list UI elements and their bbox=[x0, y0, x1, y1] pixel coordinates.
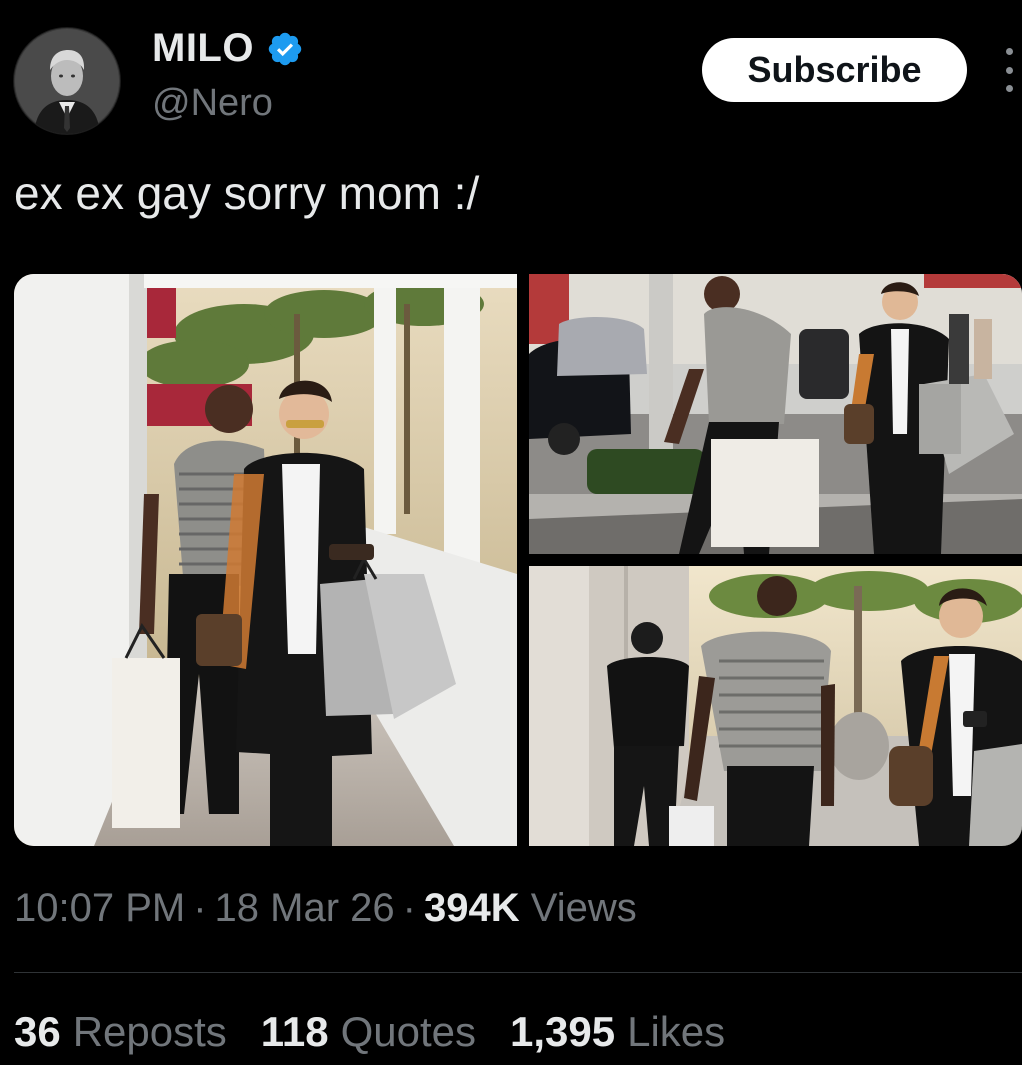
views-label: Views bbox=[530, 886, 637, 930]
quotes-count: 118 bbox=[260, 1008, 329, 1055]
reposts-stat[interactable]: 36 Reposts bbox=[14, 1008, 227, 1056]
tweet-time[interactable]: 10:07 PM bbox=[14, 886, 185, 930]
media-photo-2[interactable] bbox=[529, 274, 1022, 554]
likes-label: Likes bbox=[627, 1008, 726, 1055]
reposts-count: 36 bbox=[14, 1008, 61, 1055]
likes-stat[interactable]: 1,395 Likes bbox=[510, 1008, 725, 1056]
media-photo-1[interactable] bbox=[14, 274, 517, 846]
avatar[interactable] bbox=[14, 28, 120, 134]
author-display-name[interactable]: MILO bbox=[152, 26, 254, 71]
meta-separator: · bbox=[402, 886, 416, 930]
tweet-meta: 10:07 PM · 18 Mar 26 · 394K Views bbox=[14, 886, 637, 931]
quotes-label: Quotes bbox=[340, 1008, 476, 1055]
avatar-image bbox=[14, 28, 120, 134]
likes-count: 1,395 bbox=[509, 1008, 616, 1055]
media-photo-3[interactable] bbox=[529, 566, 1022, 846]
subscribe-button[interactable]: Subscribe bbox=[702, 38, 967, 102]
verified-badge-icon bbox=[266, 30, 304, 68]
views-count: 394K bbox=[423, 886, 520, 930]
meta-separator: · bbox=[193, 886, 207, 930]
tweet-date[interactable]: 18 Mar 26 bbox=[215, 886, 395, 930]
more-vertical-icon[interactable] bbox=[1000, 48, 1018, 92]
media-grid bbox=[14, 274, 1022, 846]
author-name-row[interactable]: MILO bbox=[152, 26, 304, 71]
reposts-label: Reposts bbox=[72, 1008, 227, 1055]
author-handle[interactable]: @Nero bbox=[152, 82, 273, 125]
tweet-text: ex ex gay sorry mom :/ bbox=[14, 167, 480, 219]
tweet-stats: 36 Reposts 118 Quotes 1,395 Likes bbox=[14, 1008, 725, 1056]
divider bbox=[14, 972, 1022, 973]
quotes-stat[interactable]: 118 Quotes bbox=[261, 1008, 476, 1056]
tweet-detail: MILO @Nero Subscribe ex ex gay sorry mom… bbox=[0, 0, 1022, 1065]
